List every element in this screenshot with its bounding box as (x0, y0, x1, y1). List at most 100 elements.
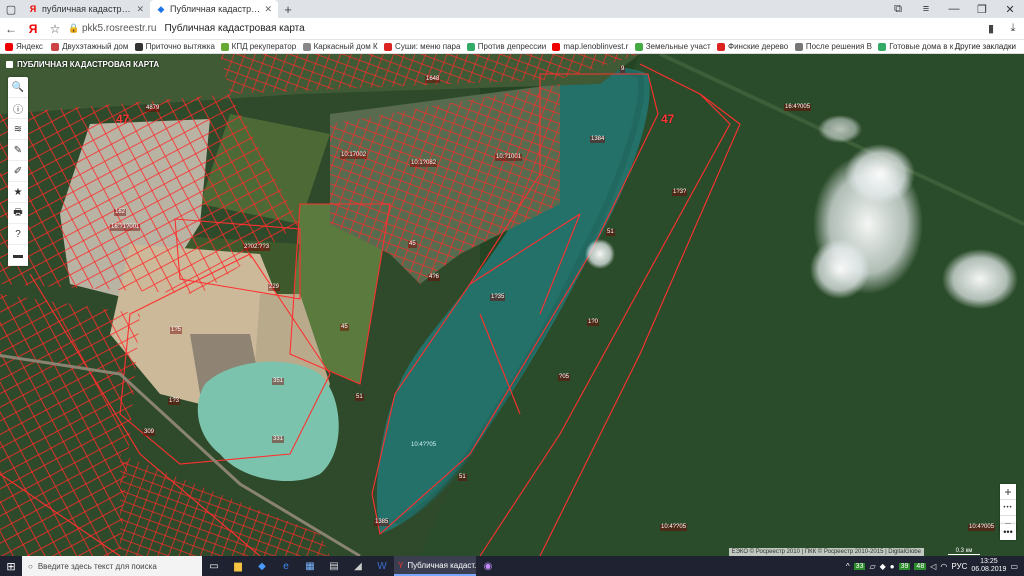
draw-icon[interactable]: ✐ (8, 161, 28, 182)
parcel-label[interactable]: 16:4?005 (784, 104, 812, 111)
tab-2[interactable]: ◆ Публичная кадастровая к ✕ (150, 0, 278, 18)
other-bookmarks-button[interactable]: Другие закладки (955, 42, 1024, 51)
parcel-label[interactable]: 10:?1001 (495, 154, 523, 161)
download-icon[interactable]: ⤓ (1002, 22, 1024, 35)
clock[interactable]: 13:25 06.08.2019 (971, 558, 1006, 574)
dropbox-tray-icon[interactable]: ◆ (880, 562, 886, 571)
parcel-label[interactable]: 51 (355, 394, 364, 401)
close-icon[interactable]: ✕ (136, 4, 144, 15)
file-explorer-icon[interactable]: ▆ (226, 556, 250, 576)
back-icon[interactable]: ← (0, 22, 22, 36)
parcel-label[interactable]: 4879 (145, 105, 161, 112)
bookmark-item[interactable]: Земельные участ (630, 42, 712, 51)
dropbox-icon[interactable]: ◆ (250, 556, 274, 576)
edge-icon[interactable]: e (274, 556, 298, 576)
parcel-label[interactable]: 10:17002 (340, 152, 368, 159)
ruler-icon[interactable]: ✎ (8, 140, 28, 161)
bookmark-item[interactable]: КПД рекуператор (216, 42, 298, 51)
bookmark-item[interactable]: Финские дерево (712, 42, 790, 51)
parcel-label[interactable]: 1648 (425, 76, 441, 83)
parcel-label[interactable]: 331 (272, 436, 285, 443)
search-icon[interactable]: 🔍 (8, 77, 28, 98)
parcel-label[interactable]: 2?02:??3 (243, 244, 271, 251)
language-indicator[interactable]: РУС (951, 562, 967, 571)
bookmark-item[interactable]: map.lenoblinvest.r (547, 42, 629, 51)
wifi-icon[interactable]: ◠ (940, 562, 947, 571)
new-tab-button[interactable]: + (278, 2, 298, 17)
parcel-label[interactable]: 9 (620, 66, 626, 73)
url-host[interactable]: pkk5.rosreestr.ru (82, 23, 156, 34)
volume-icon[interactable]: ◁ (930, 562, 936, 571)
store-icon[interactable]: ▦ (298, 556, 322, 576)
parcel-label[interactable]: 51 (606, 229, 615, 236)
bookmark-item[interactable]: После решения В (790, 42, 873, 51)
lock-icon[interactable]: 🔒 (66, 23, 82, 34)
parcel-label[interactable]: 16:?1?001 (110, 224, 141, 231)
zoom-in-button[interactable]: + (1000, 484, 1016, 500)
tray-badge[interactable]: 48 (914, 562, 927, 570)
print-icon[interactable]: 🖶 (8, 203, 28, 224)
parcel-label[interactable]: 45 (340, 324, 349, 331)
bookmark-item[interactable]: Яндекс (0, 42, 46, 51)
taskbar-browser-window[interactable]: Y Публичная кадаст... (394, 556, 476, 576)
parcel-label[interactable]: 1?3? (672, 189, 688, 196)
help-icon[interactable]: ? (8, 224, 28, 245)
parcel-label[interactable]: 351 (272, 378, 285, 385)
window-menu-icon[interactable]: ▢ (0, 0, 22, 18)
network-icon[interactable]: ▱ (869, 562, 875, 571)
parcel-label[interactable]: 229 (268, 284, 281, 291)
tab-1[interactable]: Я публичная кадастровая к ✕ (22, 0, 150, 18)
parcel-label[interactable]: 10:1?082 (410, 160, 438, 167)
bookmark-icon[interactable]: ▮ (980, 22, 1002, 35)
photos-icon[interactable]: ▤ (322, 556, 346, 576)
satellite-map-layer[interactable] (0, 54, 1024, 556)
bookmark-item[interactable]: Суши: меню пара (379, 42, 462, 51)
cadastral-map[interactable]: ПУБЛИЧНАЯ КАДАСТРОВАЯ КАРТА 47 47 4879 1… (0, 54, 1024, 556)
parcel-label[interactable]: 1?3 (168, 398, 181, 405)
parcel-label[interactable]: 309 (143, 429, 156, 436)
bookmark-item[interactable]: Двухэтажный дом (46, 42, 130, 51)
parcel-label[interactable]: 51 (458, 474, 467, 481)
parcel-label[interactable]: 1384 (590, 136, 606, 143)
favorite-star-icon[interactable]: ☆ (44, 22, 66, 36)
tray-badge[interactable]: 39 (898, 562, 911, 570)
parcel-label[interactable]: 4?6 (428, 274, 441, 281)
parcel-label[interactable]: 1?5 (170, 327, 183, 334)
restore-icon[interactable]: ❐ (968, 3, 996, 16)
parcel-label[interactable]: 10:4??05 (660, 524, 688, 531)
parcel-label[interactable]: ?05 (558, 374, 571, 381)
tray-badge[interactable]: 33 (853, 562, 866, 570)
bookmark-item[interactable]: Приточно вытяжка (130, 42, 216, 51)
parcel-label[interactable]: 10:4??05 (410, 442, 437, 449)
taskbar-search[interactable]: ○ Введите здесь текст для поиска (22, 556, 202, 576)
parcel-label[interactable]: 1?35 (490, 294, 506, 301)
bookmark-item[interactable]: Против депрессии (462, 42, 548, 51)
bookmark-manager-icon[interactable]: ⧉ (884, 3, 912, 16)
minimize-icon[interactable]: — (940, 3, 968, 16)
parcel-label[interactable]: 45 (408, 241, 417, 248)
bookmark-item[interactable]: Каркасный дом К (298, 42, 379, 51)
close-icon[interactable]: ✕ (264, 4, 272, 15)
parcel-label[interactable]: 10:4?005 (968, 524, 996, 531)
parcel-label[interactable]: 162 (114, 209, 127, 216)
chevron-up-icon[interactable]: ^ (846, 562, 850, 571)
favorites-icon[interactable]: ★ (8, 182, 28, 203)
parcel-label[interactable]: 1385 (374, 519, 390, 526)
task-view-icon[interactable]: ▭ (202, 556, 226, 576)
bookmark-item[interactable]: Готовые дома в к (873, 42, 954, 51)
page-title[interactable]: Публичная кадастровая карта (164, 23, 980, 34)
app-icon[interactable]: ◉ (476, 556, 500, 576)
layers-icon[interactable]: ≋ (8, 119, 28, 140)
parcel-label[interactable]: 1?0 (587, 319, 600, 326)
menu-icon[interactable]: ≡ (912, 3, 940, 16)
zoom-level-dots[interactable]: ••• (1000, 500, 1016, 516)
close-window-icon[interactable]: ✕ (996, 3, 1024, 16)
windows-start-icon[interactable]: ⊞ (0, 556, 22, 576)
yandex-logo-icon[interactable]: Я (22, 22, 44, 36)
info-icon[interactable]: ⓘ (8, 98, 28, 119)
notifications-icon[interactable]: ▭ (1010, 562, 1018, 571)
more-options-button[interactable]: ••• (1000, 524, 1016, 540)
word-icon[interactable]: W (370, 556, 394, 576)
keyboard-icon[interactable]: ▬ (8, 245, 28, 266)
tray-icon[interactable]: ● (890, 562, 895, 571)
